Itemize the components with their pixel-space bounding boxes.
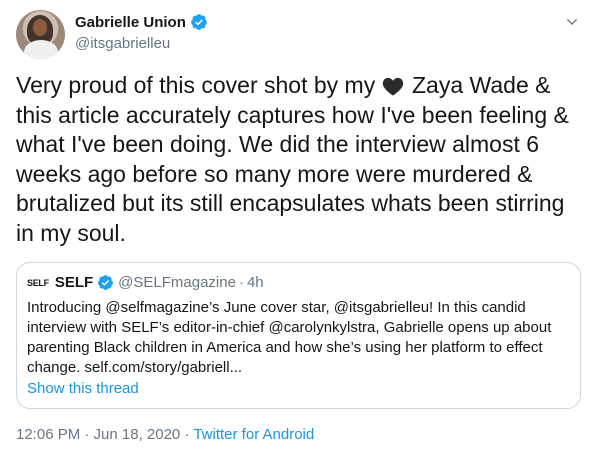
self-logo: SELF bbox=[27, 277, 49, 288]
quoted-tweet-header: SELF SELF @SELFmagazine · 4h bbox=[27, 274, 264, 291]
quoted-author-name: SELF bbox=[54, 274, 94, 291]
black-heart-icon bbox=[382, 77, 403, 96]
author-handle[interactable]: @itsgabrielleu bbox=[75, 35, 170, 52]
meta-separator: · bbox=[180, 426, 194, 443]
author-name-row: Gabrielle Union bbox=[75, 13, 208, 31]
verified-badge-icon bbox=[190, 14, 207, 30]
quoted-author-handle: @SELFmagazine bbox=[118, 274, 236, 291]
tweet-timestamp[interactable]: 12:06 PM · Jun 18, 2020 bbox=[16, 426, 180, 443]
quoted-tweet[interactable]: SELF SELF @SELFmagazine · 4h Introducing… bbox=[16, 262, 581, 409]
verified-badge-icon bbox=[98, 275, 114, 290]
tweet-text-part-1: Very proud of this cover shot by my bbox=[16, 72, 382, 98]
author-name[interactable]: Gabrielle Union bbox=[75, 14, 186, 31]
quoted-timestamp: 4h bbox=[246, 274, 264, 291]
tweet-text-part-2: Zaya Wade & this article accurately capt… bbox=[16, 72, 569, 246]
tweet-source-link[interactable]: Twitter for Android bbox=[193, 426, 314, 443]
avatar[interactable] bbox=[16, 10, 65, 59]
quoted-tweet-text: Introducing @selfmagazine’s June cover s… bbox=[27, 299, 552, 376]
tweet-text: Very proud of this cover shot by my Zaya… bbox=[16, 71, 581, 248]
chevron-down-icon[interactable] bbox=[564, 14, 580, 30]
show-thread-link[interactable]: Show this thread bbox=[27, 380, 139, 397]
quoted-separator: · bbox=[238, 274, 244, 291]
tweet-metadata: 12:06 PM · Jun 18, 2020 · Twitter for An… bbox=[16, 426, 314, 443]
